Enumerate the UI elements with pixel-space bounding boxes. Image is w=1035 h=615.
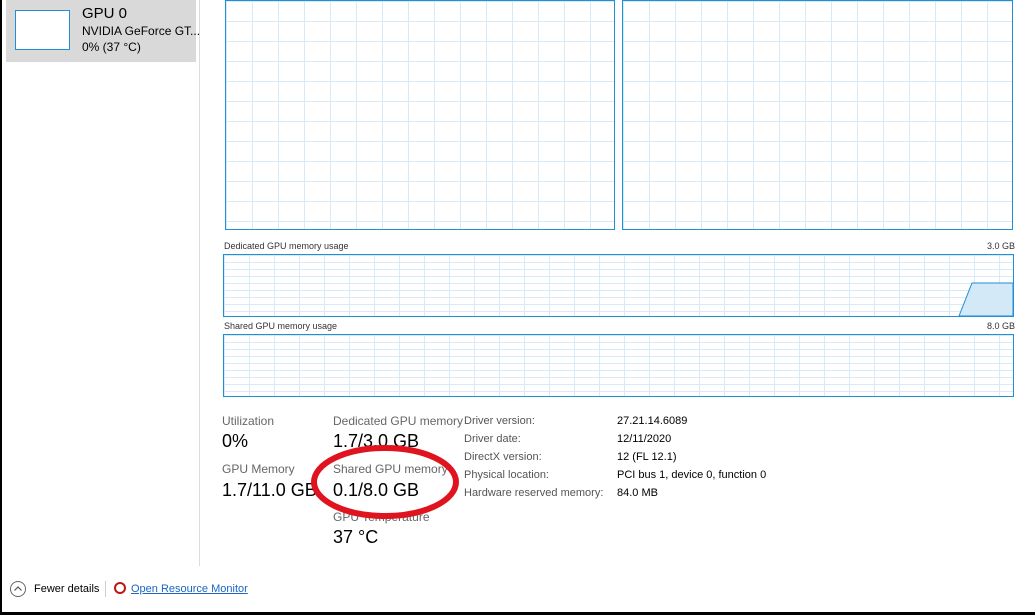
- gpu-memory-value: 1.7/11.0 GB: [222, 480, 317, 500]
- gpu-title: GPU 0: [82, 5, 128, 22]
- sidebar-item-gpu0[interactable]: GPU 0 NVIDIA GeForce GT... 0% (37 °C): [6, 0, 200, 62]
- utilization-label: Utilization: [222, 414, 275, 428]
- resource-monitor-icon: [114, 582, 126, 594]
- dedicated-usage-area: [958, 282, 1013, 316]
- physical-location-label: Physical location:: [464, 469, 549, 481]
- gpu-temperature-value: 37 °C: [333, 527, 379, 547]
- gpu-memory-label: GPU Memory: [222, 462, 295, 476]
- dedicated-memory-graph: [223, 254, 1014, 317]
- dedicated-memory-label: Dedicated GPU memory: [333, 414, 464, 428]
- dedicated-graph-max: 3.0 GB: [987, 241, 1016, 251]
- reserved-memory-value: 84.0 MB: [617, 487, 658, 499]
- shared-memory-graph: [223, 334, 1014, 397]
- driver-version-value: 27.21.14.6089: [617, 415, 688, 427]
- driver-date-label: Driver date:: [464, 433, 521, 445]
- open-resource-monitor-link[interactable]: Open Resource Monitor: [131, 583, 248, 595]
- reserved-memory-label: Hardware reserved memory:: [464, 487, 604, 499]
- gpu-mini-graph: [15, 10, 70, 50]
- shared-graph-label: Shared GPU memory usage: [224, 321, 338, 331]
- gpu-temperature-label: GPU Temperature: [333, 510, 430, 524]
- dedicated-memory-value: 1.7/3.0 GB: [333, 431, 420, 451]
- directx-version-value: 12 (FL 12.1): [617, 451, 677, 463]
- sidebar: GPU 0 NVIDIA GeForce GT... 0% (37 °C): [2, 0, 200, 566]
- driver-date-value: 12/11/2020: [617, 433, 672, 445]
- gpu-utilization: 0% (37 °C): [82, 40, 141, 54]
- engine-graph-2: [622, 0, 1013, 230]
- utilization-value: 0%: [222, 431, 249, 451]
- engine-graph-1: [225, 0, 615, 230]
- shared-graph-max: 8.0 GB: [987, 321, 1016, 331]
- physical-location-value: PCI bus 1, device 0, function 0: [617, 469, 767, 481]
- dedicated-graph-label: Dedicated GPU memory usage: [224, 241, 349, 251]
- shared-memory-value: 0.1/8.0 GB: [333, 480, 420, 500]
- shared-memory-label: Shared GPU memory: [333, 462, 448, 476]
- directx-version-label: DirectX version:: [464, 451, 542, 463]
- fewer-details-button[interactable]: Fewer details: [34, 583, 99, 595]
- driver-version-label: Driver version:: [464, 415, 535, 427]
- chevron-up-icon[interactable]: [10, 581, 26, 597]
- footer-divider: [105, 581, 106, 597]
- gpu-model: NVIDIA GeForce GT...: [82, 24, 201, 38]
